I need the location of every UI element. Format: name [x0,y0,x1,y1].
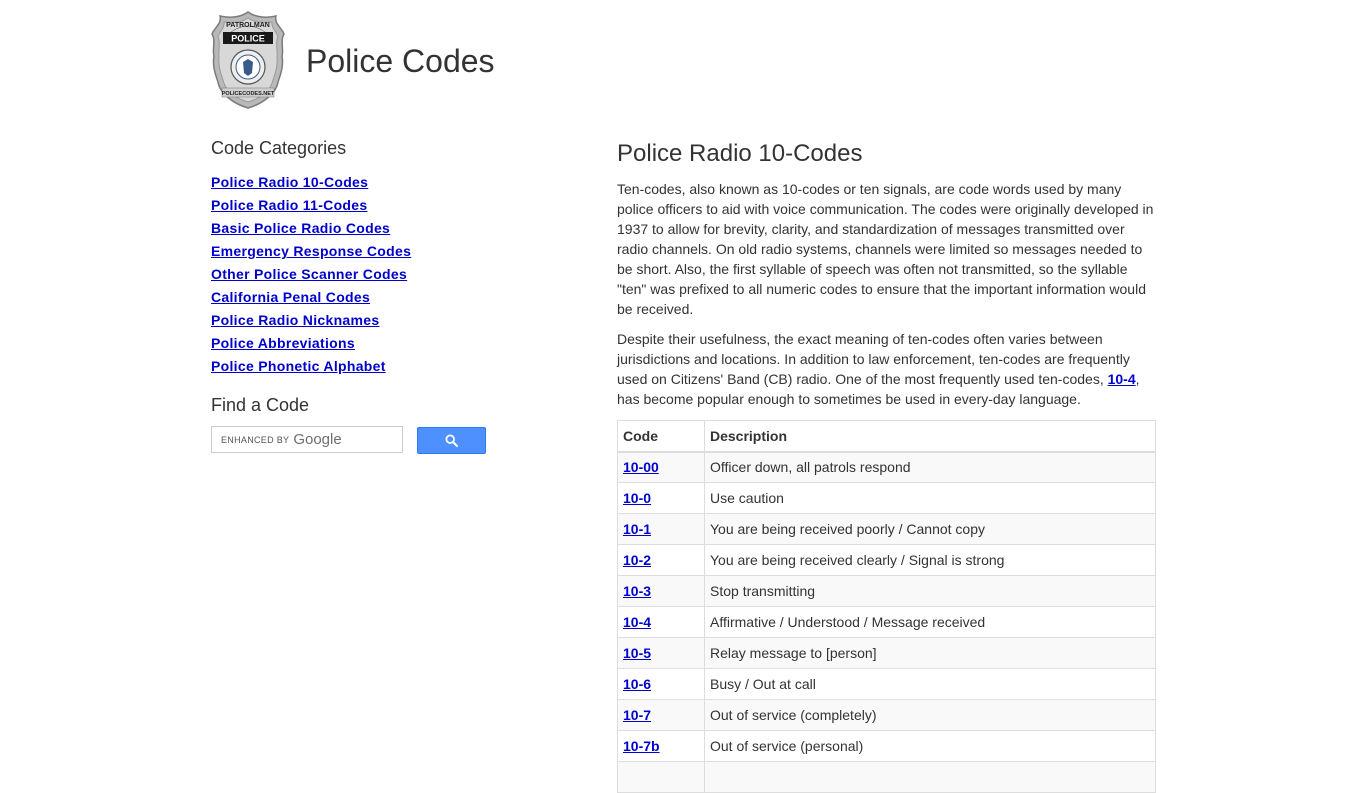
usage-paragraph: Despite their usefulness, the exact mean… [617,329,1156,409]
usage-text-before: Despite their usefulness, the exact mean… [617,331,1130,387]
search-form: ENHANCED BY Google [211,426,511,456]
category-item: Police Radio 10-Codes [211,171,511,194]
code-categories-heading: Code Categories [211,138,347,158]
code-cell: 10-00 [617,451,705,483]
category-item: Police Radio Nicknames [211,309,511,332]
category-item: Police Abbreviations [211,332,511,355]
category-link-basic-radio-codes[interactable]: Basic Police Radio Codes [211,220,390,236]
column-header-description: Description [704,420,1156,453]
table-header-row: Code Description [617,420,1156,453]
category-link-other-scanner-codes[interactable]: Other Police Scanner Codes [211,266,407,282]
code-cell: 10-1 [617,513,705,545]
code-cell: 10-5 [617,637,705,669]
enhanced-by-label: ENHANCED BY [221,434,290,445]
description-cell: Officer down, all patrols respond [704,451,1156,483]
category-link-radio-10-codes[interactable]: Police Radio 10-Codes [211,174,368,190]
table-row: 10-3 Stop transmitting [617,575,1156,607]
svg-text:PATROLMAN: PATROLMAN [226,22,270,29]
description-cell: Relay message to [person] [704,637,1156,669]
table-row: 10-7b Out of service (personal) [617,730,1156,762]
code-cell: 10-4 [617,606,705,638]
description-cell: Out of service (personal) [704,730,1156,762]
main-content: Police Radio 10-Codes Ten-codes, also kn… [617,140,1156,793]
description-cell: Affirmative / Understood / Message recei… [704,606,1156,638]
code-cell: 10-2 [617,544,705,576]
category-link-radio-nicknames[interactable]: Police Radio Nicknames [211,312,379,328]
svg-text:POLICE: POLICE [231,34,265,44]
search-icon [445,434,458,447]
category-item: Other Police Scanner Codes [211,263,511,286]
code-cell: 10-0 [617,482,705,514]
page-title: Police Radio 10-Codes [617,140,863,167]
code-link[interactable]: 10-6 [623,676,651,692]
code-link[interactable]: 10-2 [623,552,651,568]
code-link[interactable]: 10-5 [623,645,651,661]
category-item: Emergency Response Codes [211,240,511,263]
description-cell: You are being received clearly / Signal … [704,544,1156,576]
table-row: 10-00 Officer down, all patrols respond [617,451,1156,483]
code-cell: 10-3 [617,575,705,607]
table-row [617,761,1156,793]
code-cell [617,761,705,793]
code-link[interactable]: 10-7b [623,738,660,754]
code-link[interactable]: 10-1 [623,521,651,537]
code-cell: 10-6 [617,668,705,700]
code-link[interactable]: 10-3 [623,583,651,599]
description-cell [704,761,1156,793]
category-item: Basic Police Radio Codes [211,217,511,240]
police-badge-logo[interactable]: PATROLMAN POLICE POLICECODES.NET [210,10,286,110]
table-row: 10-6 Busy / Out at call [617,668,1156,700]
category-link-abbreviations[interactable]: Police Abbreviations [211,335,355,351]
category-link-emergency-response-codes[interactable]: Emergency Response Codes [211,243,411,259]
table-row: 10-2 You are being received clearly / Si… [617,544,1156,576]
column-header-code: Code [617,420,705,453]
category-item: Police Radio 11-Codes [211,194,511,217]
description-cell: You are being received poorly / Cannot c… [704,513,1156,545]
category-link-california-penal-codes[interactable]: California Penal Codes [211,289,370,305]
category-link-radio-11-codes[interactable]: Police Radio 11-Codes [211,197,367,213]
search-input[interactable]: ENHANCED BY Google [211,426,403,453]
find-a-code-heading: Find a Code [211,395,310,415]
table-row: 10-1 You are being received poorly / Can… [617,513,1156,545]
site-title[interactable]: Police Codes [306,43,495,80]
category-item: California Penal Codes [211,286,511,309]
table-row: 10-0 Use caution [617,482,1156,514]
description-cell: Stop transmitting [704,575,1156,607]
code-link[interactable]: 10-4 [623,614,651,630]
code-cell: 10-7 [617,699,705,731]
search-button[interactable] [417,427,486,454]
code-link[interactable]: 10-0 [623,490,651,506]
google-logo: Google [293,431,342,448]
code-link[interactable]: 10-00 [623,459,659,475]
code-cell: 10-7b [617,730,705,762]
table-row: 10-7 Out of service (completely) [617,699,1156,731]
description-cell: Busy / Out at call [704,668,1156,700]
description-cell: Use caution [704,482,1156,514]
svg-text:POLICECODES.NET: POLICECODES.NET [222,91,275,97]
table-row: 10-5 Relay message to [person] [617,637,1156,669]
category-link-phonetic-alphabet[interactable]: Police Phonetic Alphabet [211,358,386,374]
table-row: 10-4 Affirmative / Understood / Message … [617,606,1156,638]
sidebar: Code Categories Police Radio 10-Codes Po… [211,138,511,456]
codes-table: Code Description 10-00 Officer down, all… [617,420,1156,793]
code-link[interactable]: 10-7 [623,707,651,723]
category-list: Police Radio 10-Codes Police Radio 11-Co… [211,171,511,378]
description-cell: Out of service (completely) [704,699,1156,731]
code-link-10-4-inline[interactable]: 10-4 [1108,371,1136,387]
intro-paragraph: Ten-codes, also known as 10-codes or ten… [617,181,1154,317]
category-item: Police Phonetic Alphabet [211,355,511,378]
